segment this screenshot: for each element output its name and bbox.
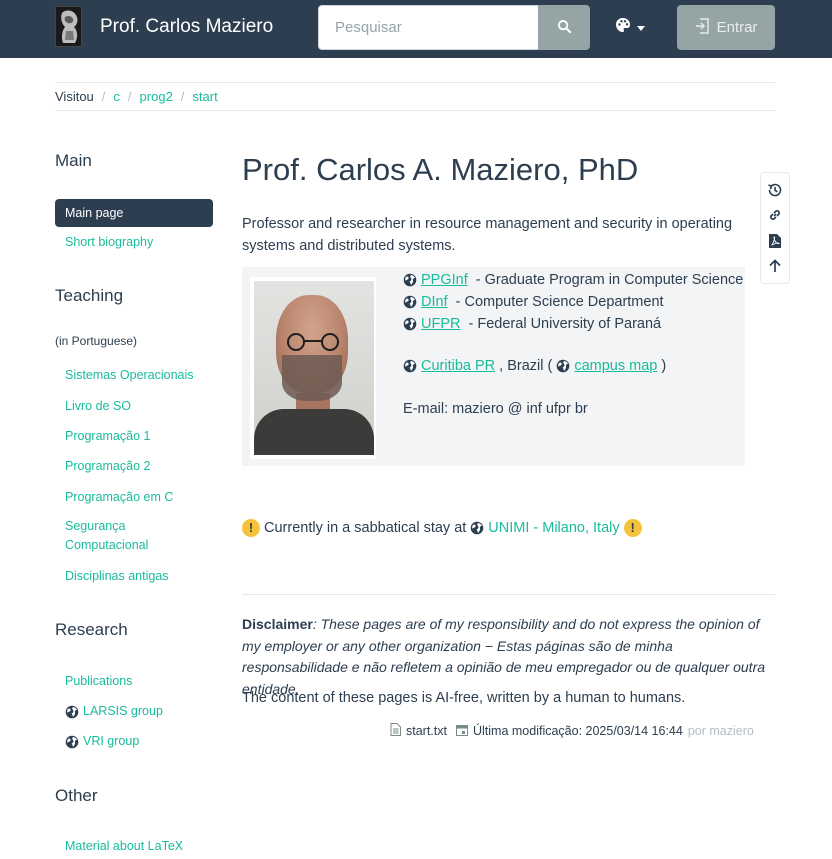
globe-icon [403,359,417,373]
breadcrumb-separator: / [101,89,106,104]
sidebar-item-larsis-group[interactable]: LARSIS group [55,702,213,721]
breadcrumb-link-prog2[interactable]: prog2 [140,89,173,104]
campus-map-link[interactable]: campus map [574,358,657,374]
ufpr-link[interactable]: UFPR [421,316,460,332]
file-icon [390,723,401,739]
breadcrumb-label: Visitou [55,89,94,104]
page-title: Prof. Carlos A. Maziero, PhD [242,152,639,187]
ppginf-link[interactable]: PPGInf [421,272,468,288]
sidebar-item-seguranca-computacional[interactable]: Segurança Computacional [55,517,175,555]
sidebar-item-vri-group[interactable]: VRI group [55,732,213,751]
sidebar-item-programacao-2[interactable]: Programação 2 [55,457,213,476]
sidebar-item-publications[interactable]: Publications [55,672,213,691]
sidebar-item-label: VRI group [83,734,140,748]
city-country-text: , Brazil ( [499,358,553,374]
sidebar-item-sistemas-operacionais[interactable]: Sistemas Operacionais [55,366,213,385]
globe-icon [470,521,484,535]
sidebar-heading-other: Other [55,786,98,805]
sidebar-item-label: Programação em C [65,490,174,504]
sidebar-item-label: Segurança Computacional [65,519,149,552]
globe-icon [403,273,417,287]
disclaimer-text: : These pages are of my responsibility a… [242,616,766,697]
disclaimer: Disclaimer: These pages are of my respon… [242,614,777,700]
campus-map-close: ) [661,358,667,374]
warning-icon: ! [242,519,260,537]
warning-icon: ! [623,519,642,537]
breadcrumb-link-start[interactable]: start [192,89,217,104]
calendar-icon [455,724,468,739]
profile-line-dinf: DInf - Computer Science Department [403,294,664,310]
profile-box: PPGInf - Graduate Program in Computer Sc… [242,267,745,466]
content-divider [242,594,775,595]
login-button[interactable]: Entrar [677,5,775,50]
globe-icon [65,735,79,749]
chevron-down-icon [637,18,645,36]
page-tools [760,172,790,284]
sabbatical-notice: ! Currently in a sabbatical stay at UNIM… [242,519,642,537]
top-navbar: Prof. Carlos Maziero Entrar [0,0,832,58]
globe-icon [403,317,417,331]
sidebar-heading-main: Main [55,151,92,170]
sidebar-item-short-biography[interactable]: Short biography [55,233,213,252]
profile-email: E-mail: maziero @ inf ufpr br [403,401,588,417]
dinf-link[interactable]: DInf [421,294,448,310]
search-icon [557,19,572,37]
palette-icon [615,17,631,38]
sidebar-item-label: Short biography [65,235,154,249]
sidebar-item-programacao-em-c[interactable]: Programação em C [55,488,213,507]
login-icon [695,17,709,38]
disclaimer-label: Disclaimer [242,616,313,632]
history-icon[interactable] [766,181,784,199]
sidebar-item-label: Disciplinas antigas [65,569,169,583]
ppginf-description: - Graduate Program in Computer Science [471,272,744,288]
sidebar-item-label: Livro de SO [65,399,132,413]
link-icon[interactable] [766,206,784,224]
breadcrumb-separator: / [127,89,132,104]
document-info: start.txt Última modificação: 2025/03/14… [390,723,754,739]
site-logo[interactable] [55,6,82,47]
login-label: Entrar [716,19,758,36]
sidebar-item-label: LARSIS group [83,704,163,718]
sidebar-item-programacao-1[interactable]: Programação 1 [55,427,213,446]
breadcrumb-separator: / [180,89,185,104]
dinf-description: - Computer Science Department [451,294,664,310]
file-name: start.txt [406,724,447,738]
arrow-up-icon[interactable] [766,257,784,275]
profile-line-city: Curitiba PR, Brazil ( campus map) [403,358,666,374]
intro-text: Professor and researcher in resource man… [242,216,733,254]
breadcrumb: Visitou / c / prog2 / start [55,82,775,111]
sidebar-item-label: Main page [65,205,124,220]
site-title[interactable]: Prof. Carlos Maziero [100,14,273,40]
globe-icon [403,295,417,309]
last-modified: Última modificação: 2025/03/14 16:44 [472,724,683,738]
breadcrumb-link-c[interactable]: c [113,89,120,104]
sidebar-heading-teaching: Teaching [55,286,124,305]
search-button[interactable] [538,5,590,50]
ufpr-description: - Federal University of Paraná [464,316,662,332]
sidebar-item-disciplinas-antigas[interactable]: Disciplinas antigas [55,567,213,586]
sidebar-item-label: Publications [65,674,133,688]
search-input[interactable] [318,5,539,50]
profile-line-ufpr: UFPR - Federal University of Paraná [403,316,661,332]
modified-by: por maziero [687,724,754,738]
sidebar-heading-research: Research [55,620,128,639]
unimi-link[interactable]: UNIMI - Milano, Italy [488,520,619,536]
sidebar-item-material-about-latex[interactable]: Material about LaTeX [55,837,213,856]
sidebar-item-label: Programação 2 [65,459,151,473]
sabbatical-text: Currently in a sabbatical stay at [264,520,467,536]
profile-line-ppginf: PPGInf - Graduate Program in Computer Sc… [403,272,743,288]
theme-selector-button[interactable] [615,12,659,42]
sidebar-item-livro-de-so[interactable]: Livro de SO [55,397,213,416]
sidebar-item-label: Programação 1 [65,429,151,443]
curitiba-link[interactable]: Curitiba PR [421,358,495,374]
globe-icon [556,359,570,373]
profile-photo [250,277,376,459]
sidebar-note: (in Portuguese) [55,334,138,348]
sidebar-item-label: Sistemas Operacionais [65,368,194,382]
pdf-icon[interactable] [766,232,784,250]
ai-free-note: The content of these pages is AI-free, w… [242,690,686,706]
sidebar-item-main-page[interactable]: Main page [55,199,213,227]
sidebar-item-label: Material about LaTeX [65,839,184,853]
globe-icon [65,705,79,719]
